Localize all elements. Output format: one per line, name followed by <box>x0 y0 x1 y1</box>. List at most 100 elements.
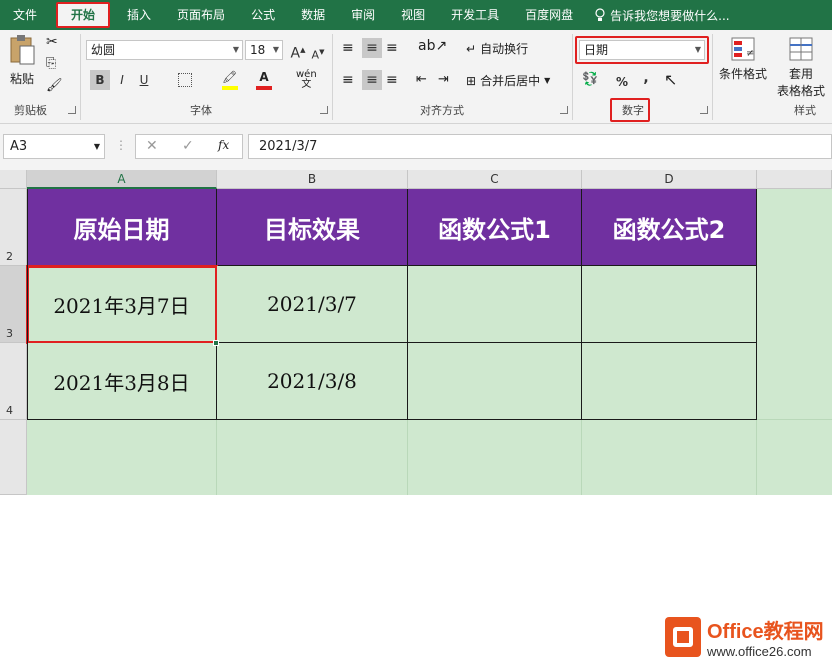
align-right-icon[interactable]: ≡ <box>386 72 398 88</box>
cell-d3[interactable] <box>582 266 757 343</box>
increase-indent-icon[interactable]: ⇥ <box>438 72 449 87</box>
format-painter-icon[interactable]: 🖌 <box>46 78 63 93</box>
fill-handle[interactable] <box>213 340 219 346</box>
comma-button[interactable]: , <box>636 68 656 88</box>
cell-area: 原始日期 目标效果 函数公式1 函数公式2 2021年3月7日 2021/3/7… <box>26 189 832 495</box>
underline-button[interactable]: U <box>134 70 154 90</box>
tab-data[interactable]: 数据 <box>288 0 338 30</box>
wrap-text-label: 自动换行 <box>480 42 529 56</box>
tab-file[interactable]: 文件 <box>0 0 50 30</box>
cell-d4[interactable] <box>582 343 757 420</box>
row-header-2[interactable]: 2 <box>0 189 27 266</box>
insert-function-icon[interactable]: fx <box>218 138 229 152</box>
number-launcher-icon[interactable] <box>700 106 708 114</box>
conditional-formatting-icon: ≠ <box>731 37 755 61</box>
select-all-button[interactable] <box>0 170 27 189</box>
align-center-icon[interactable]: ≡ <box>362 70 382 90</box>
cell-b4[interactable]: 2021/3/8 <box>217 343 408 420</box>
font-color-icon[interactable]: A <box>256 70 272 90</box>
tell-me-box[interactable]: 告诉我您想要做什么... <box>586 7 730 24</box>
conditional-formatting-button[interactable]: ≠ 条件格式 <box>716 34 770 98</box>
phonetic-icon[interactable]: wén 文 <box>296 70 317 90</box>
percent-button[interactable]: % <box>612 72 632 92</box>
formula-input[interactable]: 2021/3/7 <box>248 134 832 159</box>
tab-review[interactable]: 审阅 <box>338 0 388 30</box>
format-as-table-button[interactable]: 套用 表格格式 <box>772 34 830 98</box>
font-launcher-icon[interactable] <box>320 106 328 114</box>
cell-a2[interactable]: 原始日期 <box>27 189 217 266</box>
name-box-value: A3 <box>10 139 28 154</box>
font-size-combo[interactable]: 18 ▼ <box>245 40 283 60</box>
cell-b2[interactable]: 目标效果 <box>217 189 408 266</box>
cell-c2[interactable]: 函数公式1 <box>408 189 582 266</box>
grow-font-label: A <box>290 45 301 62</box>
formula-bar: A3 ▼ ⋮ ✕ ✓ fx 2021/3/7 <box>0 124 832 170</box>
format-as-table-label-2: 表格格式 <box>776 84 825 98</box>
shrink-font-button[interactable]: A▼ <box>308 42 328 62</box>
tab-page-layout[interactable]: 页面布局 <box>164 0 238 30</box>
row-header-label: 4 <box>6 404 13 417</box>
copy-icon[interactable]: ⎘ <box>46 56 56 71</box>
alignment-launcher-icon[interactable] <box>560 106 568 114</box>
fill-color-icon[interactable]: 🖍 <box>222 70 238 90</box>
column-header-c[interactable]: C <box>408 170 582 189</box>
divider <box>712 34 713 120</box>
column-header-b[interactable]: B <box>217 170 408 189</box>
chevron-down-icon: ▼ <box>272 45 279 54</box>
styles-group-label: 样式 <box>794 104 816 117</box>
cell-b3[interactable]: 2021/3/7 <box>217 266 408 343</box>
bold-button[interactable]: B <box>90 70 110 90</box>
chevron-down-icon: ▼ <box>93 142 100 151</box>
enter-icon[interactable]: ✓ <box>182 138 194 154</box>
row-header-3[interactable]: 3 <box>0 266 27 343</box>
decrease-indent-icon[interactable]: ⇤ <box>416 72 427 87</box>
tab-insert[interactable]: 插入 <box>114 0 164 30</box>
align-middle-icon[interactable]: ≡ <box>362 38 382 58</box>
cell-c4[interactable] <box>408 343 582 420</box>
paste-button[interactable]: 粘贴 <box>6 34 42 92</box>
column-header-d[interactable]: D <box>582 170 757 189</box>
row-header-4[interactable]: 4 <box>0 343 27 420</box>
tab-formulas[interactable]: 公式 <box>238 0 288 30</box>
cancel-icon[interactable]: ✕ <box>146 138 158 154</box>
align-left-icon[interactable]: ≡ <box>342 72 354 88</box>
tab-baidu-netdisk[interactable]: 百度网盘 <box>512 0 586 30</box>
name-box[interactable]: A3 ▼ <box>3 134 105 159</box>
watermark-logo: Office教程网 www.office26.com <box>665 615 824 659</box>
row-header-5[interactable] <box>0 420 27 495</box>
clipboard-launcher-icon[interactable] <box>68 106 76 114</box>
table-border-left <box>27 189 28 420</box>
formula-buttons: ✕ ✓ fx <box>135 134 243 159</box>
cut-icon[interactable]: ✂ <box>46 34 58 50</box>
align-bottom-icon[interactable]: ≡ <box>386 40 398 56</box>
alignment-group-label: 对齐方式 <box>420 104 464 117</box>
column-header-e[interactable] <box>757 170 832 189</box>
align-top-icon[interactable]: ≡ <box>342 40 354 56</box>
divider <box>572 34 573 120</box>
cell-d2[interactable]: 函数公式2 <box>582 189 757 266</box>
wrap-text-button[interactable]: ↵ 自动换行 <box>466 40 528 57</box>
font-size-value: 18 <box>250 43 266 57</box>
cell-a4[interactable]: 2021年3月8日 <box>27 343 217 420</box>
merge-center-label: 合并后居中 <box>480 74 541 88</box>
shrink-font-label: A <box>311 48 320 62</box>
clipboard-group-label: 剪贴板 <box>14 104 47 117</box>
accounting-format-icon[interactable]: 💱 <box>582 72 598 87</box>
tab-developer[interactable]: 开发工具 <box>438 0 512 30</box>
column-header-a[interactable]: A <box>27 170 217 189</box>
tab-view[interactable]: 视图 <box>388 0 438 30</box>
paste-label: 粘贴 <box>10 72 35 86</box>
tab-home[interactable]: 开始 <box>56 2 111 28</box>
borders-icon[interactable] <box>178 73 192 87</box>
row-header-label: 3 <box>6 327 13 340</box>
cell-a3[interactable]: 2021年3月7日 <box>26 265 218 344</box>
clipboard-icon <box>10 35 35 65</box>
tell-me-text: 告诉我您想要做什么... <box>610 8 730 23</box>
italic-button[interactable]: I <box>112 70 132 90</box>
cell-c3[interactable] <box>408 266 582 343</box>
orientation-icon[interactable]: ab↗ <box>418 38 447 54</box>
ribbon: 粘贴 ✂ ⎘ 🖌 剪贴板 幼圆 ▼ 18 ▼ A▲ A▼ B I U 🖍 A w… <box>0 30 832 124</box>
merge-center-button[interactable]: ⊞ 合并后居中 ▼ <box>466 72 550 89</box>
font-name-combo[interactable]: 幼圆 ▼ <box>86 40 243 60</box>
grow-font-button[interactable]: A▲ <box>288 40 308 62</box>
